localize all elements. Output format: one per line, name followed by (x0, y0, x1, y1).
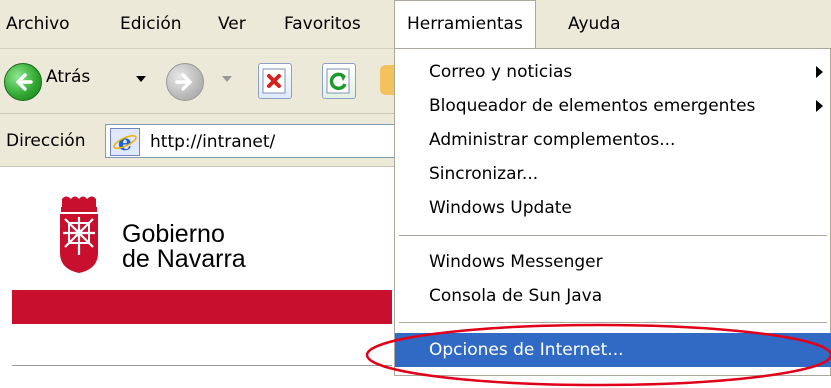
submenu-arrow-icon (816, 66, 823, 78)
submenu-arrow-icon (816, 100, 823, 112)
home-icon[interactable] (380, 65, 394, 95)
page-ie-icon: e (110, 128, 140, 156)
organization-name: Gobierno de Navarra (122, 222, 246, 272)
address-input[interactable]: e http://intranet/ (105, 124, 405, 158)
arrow-right-icon (175, 73, 192, 91)
address-label: Dirección (6, 131, 86, 151)
org-name-line-1: Gobierno (122, 220, 225, 248)
back-label[interactable]: Atrás (46, 67, 90, 87)
header-red-band (12, 290, 392, 324)
arrow-left-icon (16, 73, 33, 91)
menu-item-label: Sincronizar... (429, 164, 539, 184)
menu-item-sun-java-console[interactable]: Consola de Sun Java (395, 279, 831, 313)
menu-item-windows-messenger[interactable]: Windows Messenger (395, 245, 831, 279)
menu-item-label: Bloqueador de elementos emergentes (429, 96, 756, 116)
menu-item-label: Correo y noticias (429, 62, 573, 82)
menu-archivo[interactable]: Archivo (6, 0, 70, 48)
menu-herramientas[interactable]: Herramientas (394, 0, 536, 48)
back-button[interactable] (4, 63, 42, 101)
menu-ver[interactable]: Ver (218, 0, 246, 48)
menu-edicion[interactable]: Edición (120, 0, 182, 48)
menu-item-windows-update[interactable]: Windows Update (395, 191, 831, 225)
navarra-coat-of-arms-icon (60, 196, 98, 273)
menu-ayuda[interactable]: Ayuda (568, 0, 621, 48)
stop-button[interactable] (258, 63, 292, 99)
annotation-ellipse (365, 323, 831, 387)
svg-text:e: e (118, 130, 132, 155)
menu-item-label: Windows Update (429, 198, 572, 218)
org-name-line-2: de Navarra (122, 245, 246, 273)
forward-dropdown-icon[interactable] (222, 76, 232, 82)
menu-item-mail-news[interactable]: Correo y noticias (395, 55, 831, 89)
refresh-icon (326, 68, 350, 94)
refresh-button[interactable] (322, 63, 356, 99)
menu-item-label: Windows Messenger (429, 252, 603, 272)
menu-item-label: Administrar complementos... (429, 130, 676, 150)
stop-icon (262, 68, 286, 94)
menu-item-manage-addons[interactable]: Administrar complementos... (395, 123, 831, 157)
address-url[interactable]: http://intranet/ (150, 131, 275, 153)
menu-bar: Archivo Edición Ver Favoritos Herramient… (0, 0, 831, 49)
menu-item-popup-blocker[interactable]: Bloqueador de elementos emergentes (395, 89, 831, 123)
content-divider (12, 365, 392, 366)
menu-item-synchronize[interactable]: Sincronizar... (395, 157, 831, 191)
menu-favoritos[interactable]: Favoritos (284, 0, 361, 48)
back-dropdown-icon[interactable] (136, 76, 146, 82)
menu-separator (399, 235, 827, 236)
forward-button[interactable] (166, 63, 204, 101)
menu-item-label: Consola de Sun Java (429, 286, 603, 306)
